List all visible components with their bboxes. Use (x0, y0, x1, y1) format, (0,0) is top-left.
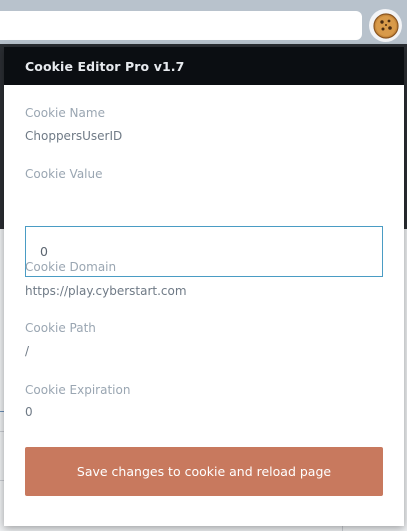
popup-header: Cookie Editor Pro v1.7 (4, 47, 404, 85)
cookie-path-label: Cookie Path (25, 321, 96, 335)
cookie-domain-label: Cookie Domain (25, 260, 117, 274)
cookie-value-label: Cookie Value (25, 167, 103, 181)
cookie-editor-popup: Cookie Editor Pro v1.7 Cookie Name Chopp… (4, 47, 404, 526)
popup-title: Cookie Editor Pro v1.7 (25, 58, 185, 74)
cookie-icon (372, 12, 399, 39)
cookie-name-value: ChoppersUserID (25, 129, 123, 143)
address-bar[interactable] (0, 11, 362, 40)
cookie-name-label: Cookie Name (25, 106, 105, 120)
cookie-domain-value: https://play.cyberstart.com (25, 284, 187, 298)
cookie-expiration-value: 0 (25, 405, 33, 419)
background-divider (342, 526, 343, 531)
browser-toolbar (0, 0, 407, 44)
cookie-expiration-label: Cookie Expiration (25, 383, 131, 397)
cookie-path-value: / (25, 344, 30, 358)
cookie-extension-button[interactable] (369, 9, 402, 42)
save-cookie-button[interactable]: Save changes to cookie and reload page (25, 447, 383, 496)
